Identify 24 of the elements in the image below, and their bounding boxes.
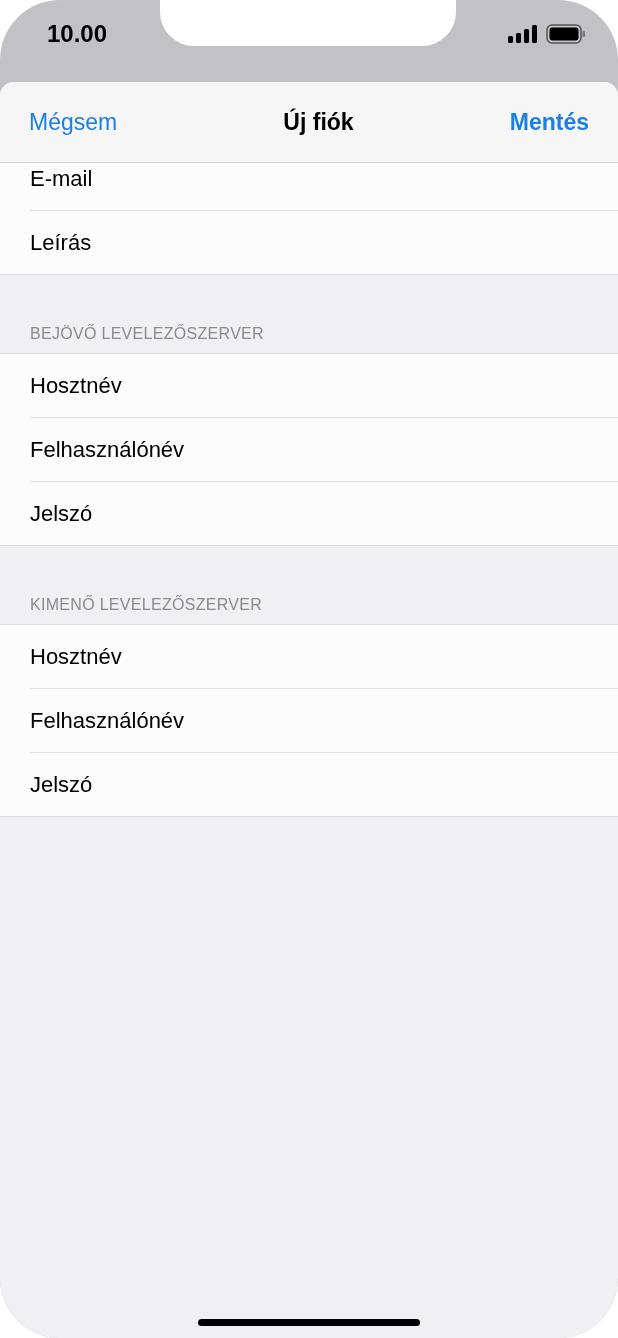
section-header: BEJÖVŐ LEVELEZŐSZERVER [29, 323, 265, 344]
form-row[interactable]: Felhasználónév [30, 689, 618, 753]
status-time: 10.00 [45, 19, 109, 48]
form-row[interactable]: Hosztnév [30, 354, 618, 418]
form-row[interactable]: Jelszó [30, 482, 618, 545]
field-label: E-mail [30, 165, 93, 192]
save-button[interactable]: Mentés [509, 108, 589, 136]
screen-title: Új fiók [283, 108, 354, 136]
battery-icon [546, 24, 586, 44]
form-row[interactable]: E-mail [30, 163, 618, 211]
field-label: Hosztnév [30, 643, 122, 670]
form-row[interactable]: Felhasználónév [30, 418, 618, 482]
field-label: Jelszó [30, 771, 93, 798]
signal-icon [508, 25, 538, 43]
cancel-button[interactable]: Mégsem [29, 108, 118, 136]
section-header: KIMENŐ LEVELEZŐSZERVER [29, 594, 264, 615]
form-row[interactable]: Jelszó [30, 753, 618, 816]
field-label: Felhasználónév [30, 707, 185, 734]
form-row[interactable]: Hosztnév [30, 625, 618, 689]
field-label: Leírás [30, 229, 92, 256]
field-label: Felhasználónév [30, 436, 185, 463]
field-label: Jelszó [30, 500, 93, 527]
form-row[interactable]: Leírás [30, 211, 618, 274]
field-label: Hosztnév [30, 372, 122, 399]
